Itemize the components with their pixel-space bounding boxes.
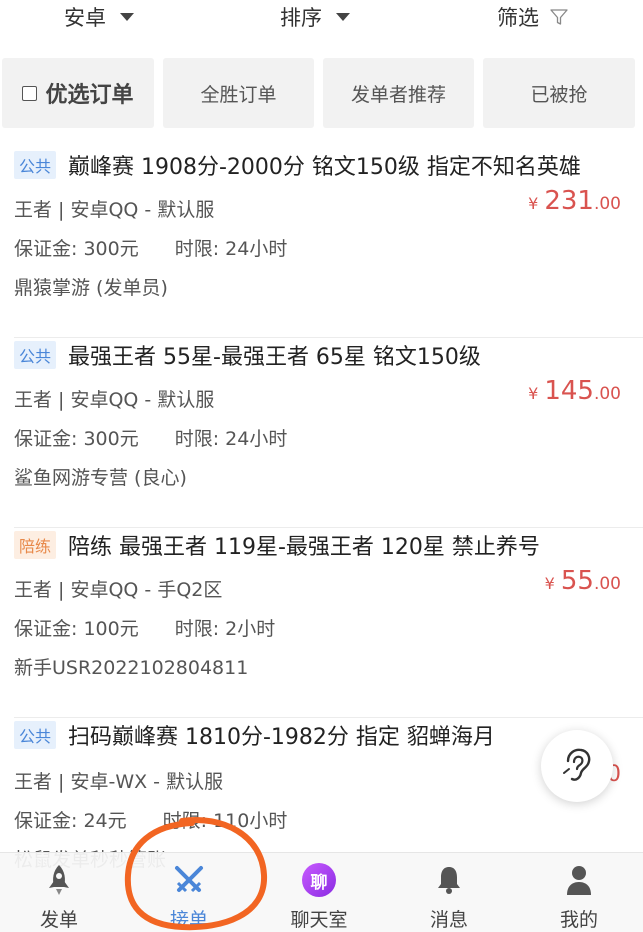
currency-symbol: ¥ — [528, 384, 539, 403]
screen-filter[interactable]: 筛选 — [497, 2, 569, 32]
order-server: 王者 | 安卓QQ - 手Q2区 — [14, 579, 223, 601]
preferred-checkbox[interactable] — [22, 85, 38, 101]
nav-label: 聊天室 — [290, 909, 348, 931]
tab-publisher-recommend[interactable]: 发单者推荐 — [323, 58, 474, 128]
order-deposit: 保证金: 24元 — [14, 810, 127, 832]
order-time-limit: 时限: 110小时 — [162, 810, 288, 832]
nav-label: 接单 — [169, 909, 208, 931]
nav-item-chatroom[interactable]: 聊 聊天室 — [264, 861, 374, 932]
order-deposit: 保证金: 100元 — [14, 618, 139, 640]
nav-item-messages[interactable]: 消息 — [394, 861, 504, 932]
order-price: ¥231.00 — [528, 186, 621, 216]
bell-icon — [434, 861, 464, 899]
order-price: ¥145.00 — [528, 376, 621, 406]
currency-symbol: ¥ — [528, 194, 539, 213]
tab-preferred-orders[interactable]: 优选订单 — [2, 58, 154, 128]
currency-symbol: ¥ — [544, 574, 555, 593]
order-time-limit: 时限: 24小时 — [174, 428, 288, 450]
price-integer: 55 — [560, 566, 594, 596]
nav-item-mine[interactable]: 我的 — [524, 861, 634, 932]
filter-bar: 安卓 排序 筛选 — [0, 0, 643, 44]
chevron-down-icon — [336, 13, 350, 21]
order-title: 陪练 最强王者 119星-最强王者 120星 禁止养号 — [68, 535, 540, 560]
user-icon — [564, 861, 594, 899]
sort-filter-label: 排序 — [280, 6, 322, 30]
platform-filter[interactable]: 安卓 — [64, 2, 134, 32]
hearing-assist-button[interactable] — [541, 730, 613, 802]
order-title-row: 公共 扫码巅峰赛 1810分-1982分 指定 貂蝉海月 — [14, 718, 553, 752]
screen-filter-label: 筛选 — [497, 6, 539, 30]
order-terms: 保证金: 300元 时限: 24小时 — [14, 424, 287, 451]
order-title: 最强王者 55星-最强王者 65星 铭文150级 — [68, 345, 481, 370]
chevron-down-icon — [120, 13, 134, 21]
ear-icon — [563, 748, 591, 781]
nav-label: 消息 — [429, 909, 468, 931]
funnel-icon — [550, 9, 568, 25]
order-deposit: 保证金: 300元 — [14, 238, 139, 260]
order-tag: 公共 — [14, 341, 57, 369]
order-terms: 保证金: 24元 时限: 110小时 — [14, 806, 287, 833]
tab-label: 已被抢 — [530, 83, 588, 106]
sort-filter[interactable]: 排序 — [280, 2, 350, 32]
nav-label: 我的 — [559, 909, 598, 931]
tab-all-win-orders[interactable]: 全胜订单 — [163, 58, 314, 128]
order-terms: 保证金: 100元 时限: 2小时 — [14, 614, 275, 641]
platform-filter-label: 安卓 — [64, 6, 106, 30]
order-server: 王者 | 安卓QQ - 默认服 — [14, 389, 215, 411]
order-tag: 公共 — [14, 721, 57, 749]
price-decimal: .00 — [593, 384, 621, 404]
order-title-row: 公共 最强王者 55星-最强王者 65星 铭文150级 — [14, 338, 629, 372]
order-publisher: 鲨鱼网游专营 (良心) — [14, 467, 187, 489]
order-time-limit: 时限: 24小时 — [174, 238, 288, 260]
order-price: ¥55.00 — [545, 566, 621, 596]
order-publisher: 鼎猿掌游 (发单员) — [14, 277, 168, 299]
chat-icon: 聊 — [302, 861, 336, 899]
tab-label: 优选订单 — [45, 83, 134, 108]
price-integer: 231 — [544, 186, 594, 216]
order-tag: 公共 — [14, 151, 57, 179]
nav-label: 发单 — [39, 909, 78, 931]
bottom-nav: 发单 接单 聊 聊天室 消息 我的 — [0, 852, 643, 932]
order-server: 王者 | 安卓-WX - 默认服 — [14, 771, 224, 793]
order-terms: 保证金: 300元 时限: 24小时 — [14, 234, 287, 261]
order-tag: 陪练 — [14, 531, 57, 559]
order-time-limit: 时限: 2小时 — [174, 618, 276, 640]
order-tabs: 优选订单 全胜订单 发单者推荐 已被抢 — [0, 58, 643, 128]
chat-badge: 聊 — [302, 863, 336, 897]
price-decimal: .00 — [593, 574, 621, 594]
order-deposit: 保证金: 300元 — [14, 428, 139, 450]
tab-label: 全胜订单 — [200, 83, 277, 106]
order-title-row: 公共 巅峰赛 1908分-2000分 铭文150级 指定不知名英雄 — [14, 148, 629, 182]
order-card[interactable]: 公共 巅峰赛 1908分-2000分 铭文150级 指定不知名英雄 王者 | 安… — [0, 148, 643, 338]
rocket-icon — [44, 861, 74, 899]
tab-label: 发单者推荐 — [350, 83, 446, 106]
nav-item-publish[interactable]: 发单 — [4, 861, 114, 932]
price-decimal: .00 — [593, 194, 621, 214]
order-card[interactable]: 公共 最强王者 55星-最强王者 65星 铭文150级 王者 | 安卓QQ - … — [0, 338, 643, 528]
order-title: 扫码巅峰赛 1810分-1982分 指定 貂蝉海月 — [68, 725, 495, 750]
order-server: 王者 | 安卓QQ - 默认服 — [14, 199, 215, 221]
order-title-row: 陪练 陪练 最强王者 119星-最强王者 120星 禁止养号 — [14, 528, 629, 562]
order-publisher: 新手USR2022102804811 — [14, 657, 249, 679]
nav-item-accept[interactable]: 接单 — [134, 861, 244, 932]
order-card[interactable]: 陪练 陪练 最强王者 119星-最强王者 120星 禁止养号 王者 | 安卓QQ… — [0, 528, 643, 718]
price-integer: 145 — [544, 376, 594, 406]
order-title: 巅峰赛 1908分-2000分 铭文150级 指定不知名英雄 — [68, 155, 581, 180]
tab-taken[interactable]: 已被抢 — [483, 58, 635, 128]
crossed-swords-icon — [172, 861, 206, 899]
